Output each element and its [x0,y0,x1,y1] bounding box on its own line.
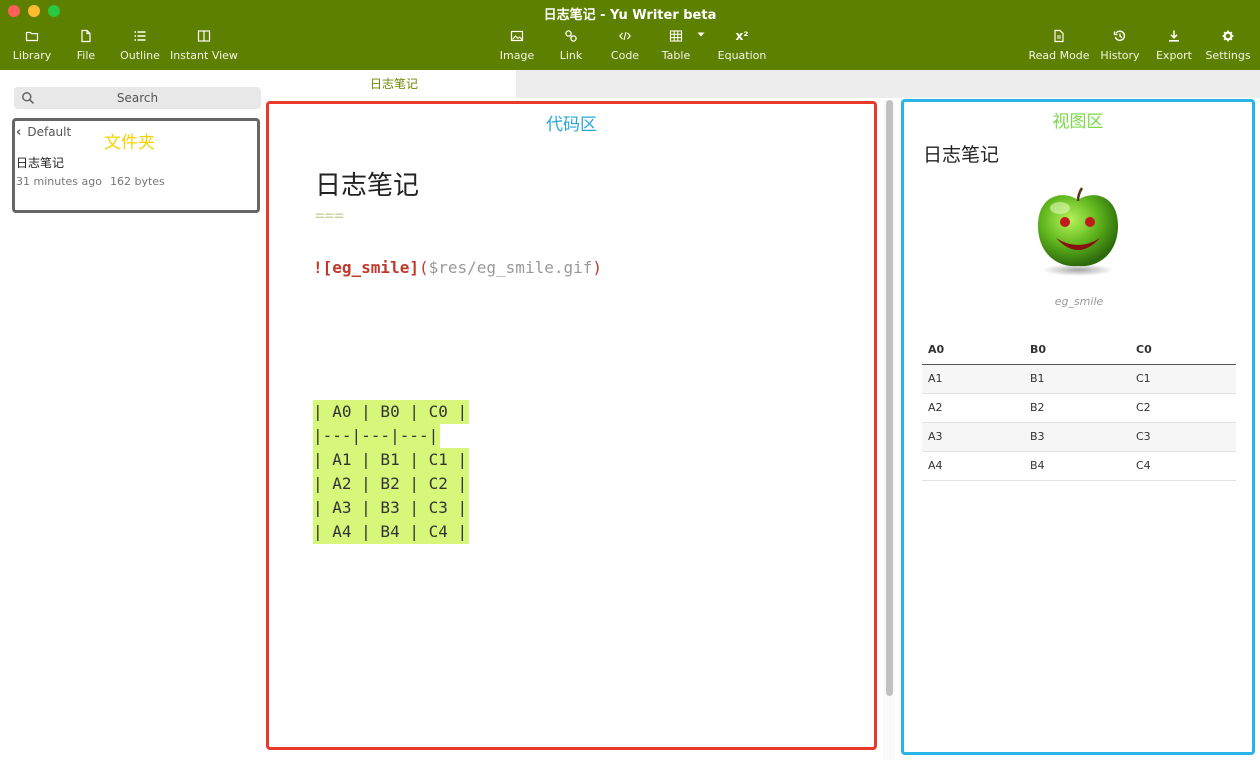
document-icon [1028,26,1090,46]
chevron-left-icon: ‹ [16,125,22,140]
toolbar: 日志笔记 - Yu Writer beta Library File Outli… [0,0,1260,70]
preview-heading: 日志笔记 [923,144,1000,166]
table-cell: C2 [1130,393,1236,423]
table-header-cell: A0 [922,336,1024,365]
table-cell: A3 [922,422,1024,452]
list-icon [118,26,162,46]
settings-label: Settings [1205,49,1251,62]
editor-heading: 日志笔记 [315,171,420,201]
editor-table-line: |---|---|---| [313,424,441,448]
image-path: $res/eg_smile.gif [428,258,593,277]
history-button[interactable]: History [1099,26,1141,66]
outline-label: Outline [120,49,160,62]
editor-image-line: ![eg_smile]($res/eg_smile.gif) [313,258,602,277]
table-icon [658,26,694,46]
table-button[interactable]: Table [658,26,694,66]
editor-table-source: | A0 | B0 | C0 | |---|---|---| | A1 | B1… [313,400,470,544]
caret-down-icon [694,24,708,44]
instant-view-button[interactable]: Instant View [170,26,238,66]
table-cell: A1 [922,364,1024,394]
smiling-apple-image [1038,187,1118,276]
search-input[interactable]: Search [14,87,261,109]
link-label: Link [559,49,583,62]
export-label: Export [1155,49,1192,62]
download-icon [1155,26,1193,46]
outline-button[interactable]: Outline [118,26,162,66]
table-label: Table [661,49,691,62]
document-meta: 31 minutes ago 162 bytes [16,175,165,188]
columns-icon [170,26,238,46]
window-title: 日志笔记 - Yu Writer beta [543,8,717,23]
superscript-icon: x² [735,29,749,43]
search-placeholder: Search [116,91,159,105]
document-list-item[interactable]: 日志笔记 [16,154,64,171]
table-row: A3 B3 C3 [922,422,1236,452]
history-label: History [1100,49,1140,62]
table-header-cell: C0 [1130,336,1236,365]
instant-view-label: Instant View [170,49,238,62]
file-icon [70,26,102,46]
gear-icon [1205,26,1251,46]
table-cell: B1 [1024,364,1130,394]
table-cell: B4 [1024,451,1130,481]
read-mode-label: Read Mode [1028,49,1090,62]
equation-label: Equation [717,49,767,62]
table-cell: B2 [1024,393,1130,423]
preview-table: A0 B0 C0 A1 B1 C1 A2 B2 C2 A3 B3 C3 A4 B… [922,336,1236,481]
folder-name: Default [27,125,72,139]
image-icon [499,26,535,46]
folder-icon [10,26,54,46]
table-row: A4 B4 C4 [922,451,1236,481]
library-label: Library [12,49,52,62]
image-alt-text: ![eg_smile] [313,258,419,277]
code-button[interactable]: Code [608,26,642,66]
export-button[interactable]: Export [1155,26,1193,66]
editor-heading-underline: === [315,206,344,225]
editor-table-line: | A3 | B3 | C3 | [313,496,470,520]
table-row: A1 B1 C1 [922,364,1236,394]
folder-back-button[interactable]: ‹ Default [16,125,71,140]
image-paren-close: ) [592,258,603,277]
editor-table-line: | A0 | B0 | C0 | [313,400,470,424]
tab-active-document[interactable]: 日志笔记 [272,70,516,98]
file-button[interactable]: File [70,26,102,66]
image-button[interactable]: Image [499,26,535,66]
library-button[interactable]: Library [10,26,54,66]
table-cell: C1 [1130,364,1236,394]
table-cell: A4 [922,451,1024,481]
table-cell: C3 [1130,422,1236,452]
editor-table-line: | A2 | B2 | C2 | [313,472,470,496]
editor-table-line: | A4 | B4 | C4 | [313,520,470,544]
table-cell: C4 [1130,451,1236,481]
editor-table-line: | A1 | B1 | C1 | [313,448,470,472]
document-size: 162 bytes [109,175,165,188]
table-cell: B3 [1024,422,1130,452]
table-cell: A2 [922,393,1024,423]
code-icon [608,26,642,46]
editor-scrollbar-thumb[interactable] [886,100,893,696]
code-label: Code [610,49,640,62]
link-icon [556,26,586,46]
table-dropdown-button[interactable] [694,24,708,64]
image-caption: eg_smile [1054,295,1104,308]
link-button[interactable]: Link [556,26,586,66]
settings-button[interactable]: Settings [1205,26,1251,66]
folder-annotation: 文件夹 [104,133,155,153]
history-icon [1099,26,1141,46]
file-label: File [76,49,96,62]
image-label: Image [499,49,535,62]
image-paren-open: ( [418,258,429,277]
read-mode-button[interactable]: Read Mode [1028,26,1090,66]
table-header-cell: B0 [1024,336,1130,365]
code-area-annotation: 代码区 [546,115,597,135]
table-row: A2 B2 C2 [922,393,1236,423]
equation-button[interactable]: x² Equation [716,26,768,66]
document-modified: 31 minutes ago [16,175,102,188]
table-header-row: A0 B0 C0 [922,336,1236,365]
app-window: 日志笔记 - Yu Writer beta Library File Outli… [0,0,1260,760]
view-area-annotation: 视图区 [1052,112,1104,132]
